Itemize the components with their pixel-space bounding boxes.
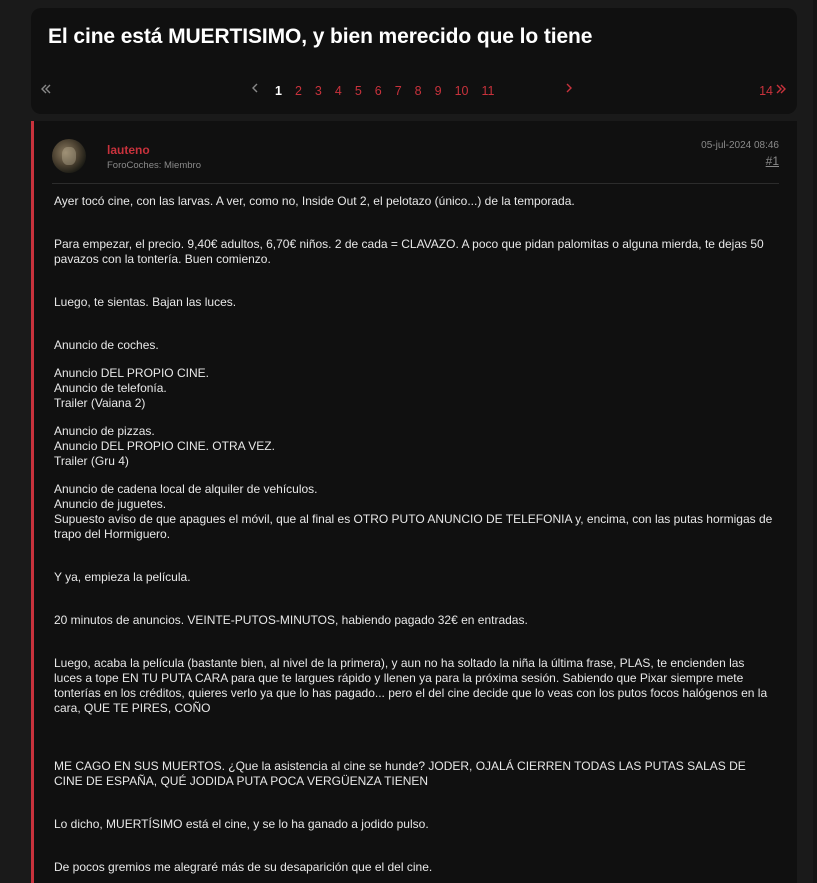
post-text-line: Anuncio DEL PROPIO CINE. OTRA VEZ. — [54, 439, 275, 453]
post-text-line: Trailer (Vaiana 2) — [54, 396, 146, 410]
last-page-link[interactable]: 14 — [759, 83, 787, 99]
page-link-6[interactable]: 6 — [375, 83, 382, 99]
post-paragraph: Ayer tocó cine, con las larvas. A ver, c… — [54, 194, 784, 209]
chevron-right-icon[interactable] — [564, 81, 574, 99]
post-paragraph: Anuncio DEL PROPIO CINE. Anuncio de telef… — [54, 366, 784, 411]
post-text-line: Lo dicho, MUERTÍSIMO está el cine, y se … — [54, 817, 429, 831]
last-page-number[interactable]: 14 — [759, 83, 773, 99]
post-text-line: CINE DE ESPAÑA, QUÉ JODIDA PUTA POCA VER… — [54, 774, 429, 788]
post-anchor-link[interactable]: #1 — [766, 154, 779, 168]
post-text-line: pavazos con la tontería. Buen comienzo. — [54, 252, 271, 266]
thread-header: El cine está MUERTISIMO, y bien merecido… — [31, 8, 797, 114]
post-paragraph: De pocos gremios me alegraré más de su d… — [54, 860, 784, 875]
scrollbar[interactable] — [813, 0, 817, 883]
post-text-line: Luego, te sientas. Bajan las luces. — [54, 295, 237, 309]
pagination: 1 2 3 4 5 6 7 8 9 10 11 — [275, 83, 507, 99]
post-divider — [52, 183, 779, 184]
avatar[interactable] — [52, 139, 86, 173]
post-text-line: ME CAGO EN SUS MUERTOS. ¿Que la asistenc… — [54, 759, 746, 773]
post-text-line: tonterías en los créditos, quieres verlo… — [54, 686, 768, 700]
post-text-line: cara, QUE TE PIRES, COÑO — [54, 701, 211, 715]
post: lauteno ForoCoches: Miembro 05-jul-2024 … — [31, 121, 797, 883]
post-text-line: Anuncio DEL PROPIO CINE. — [54, 366, 209, 380]
post-paragraph: Anuncio de pizzas. Anuncio DEL PROPIO CIN… — [54, 424, 784, 469]
post-text-line: De pocos gremios me alegraré más de su d… — [54, 860, 433, 874]
page-link-2[interactable]: 2 — [295, 83, 302, 99]
post-date: 05-jul-2024 08:46 — [701, 140, 779, 151]
page-link-10[interactable]: 10 — [455, 83, 469, 99]
post-user-title: ForoCoches: Miembro — [107, 160, 201, 171]
post-text-line: Ayer tocó cine, con las larvas. A ver, c… — [54, 194, 575, 208]
post-username[interactable]: lauteno — [107, 143, 150, 157]
post-paragraph: Luego, te sientas. Bajan las luces. — [54, 295, 784, 310]
post-text-line: Anuncio de pizzas. — [54, 424, 155, 438]
post-paragraph: Y ya, empieza la película. — [54, 570, 784, 585]
post-paragraph: Lo dicho, MUERTÍSIMO está el cine, y se … — [54, 817, 784, 832]
page-link-7[interactable]: 7 — [395, 83, 402, 99]
thread-title: El cine está MUERTISIMO, y bien merecido… — [48, 25, 593, 48]
post-text-line: Trailer (Gru 4) — [54, 454, 129, 468]
post-paragraph: Anuncio de coches. — [54, 338, 784, 353]
double-chevron-left-icon[interactable] — [39, 82, 53, 96]
post-paragraph: Para empezar, el precio. 9,40€ adultos, … — [54, 237, 784, 267]
post-paragraph: 20 minutos de anuncios. VEINTE-PUTOS-MIN… — [54, 613, 784, 628]
post-text-line: trapo del Hormiguero. — [54, 527, 171, 541]
post-text-line: luces a tope EN TU PUTA CARA para que te… — [54, 671, 744, 685]
page-link-3[interactable]: 3 — [315, 83, 322, 99]
post-paragraph: ME CAGO EN SUS MUERTOS. ¿Que la asistenc… — [54, 759, 784, 789]
post-text-line: 20 minutos de anuncios. VEINTE-PUTOS-MIN… — [54, 613, 528, 627]
page-link-1[interactable]: 1 — [275, 83, 282, 99]
post-body: Ayer tocó cine, con las larvas. A ver, c… — [54, 194, 784, 883]
post-text-line: Anuncio de coches. — [54, 338, 159, 352]
chevron-left-icon[interactable] — [250, 81, 260, 99]
post-paragraph: Luego, acaba la película (bastante bien,… — [54, 656, 784, 716]
post-text-line: Para empezar, el precio. 9,40€ adultos, … — [54, 237, 764, 251]
page-link-8[interactable]: 8 — [415, 83, 422, 99]
post-text-line: Y ya, empieza la película. — [54, 570, 191, 584]
page-link-11[interactable]: 11 — [481, 83, 494, 99]
post-text-line: Supuesto aviso de que apagues el móvil, … — [54, 512, 773, 526]
post-text-line: Anuncio de telefonía. — [54, 381, 167, 395]
page-link-4[interactable]: 4 — [335, 83, 342, 99]
post-text-line: Luego, acaba la película (bastante bien,… — [54, 656, 745, 670]
double-chevron-right-icon[interactable] — [775, 83, 787, 99]
post-paragraph: Anuncio de cadena local de alquiler de v… — [54, 482, 784, 542]
post-text-line: Anuncio de cadena local de alquiler de v… — [54, 482, 318, 496]
page-link-9[interactable]: 9 — [435, 83, 442, 99]
page-link-5[interactable]: 5 — [355, 83, 362, 99]
post-text-line: Anuncio de juguetes. — [54, 497, 167, 511]
